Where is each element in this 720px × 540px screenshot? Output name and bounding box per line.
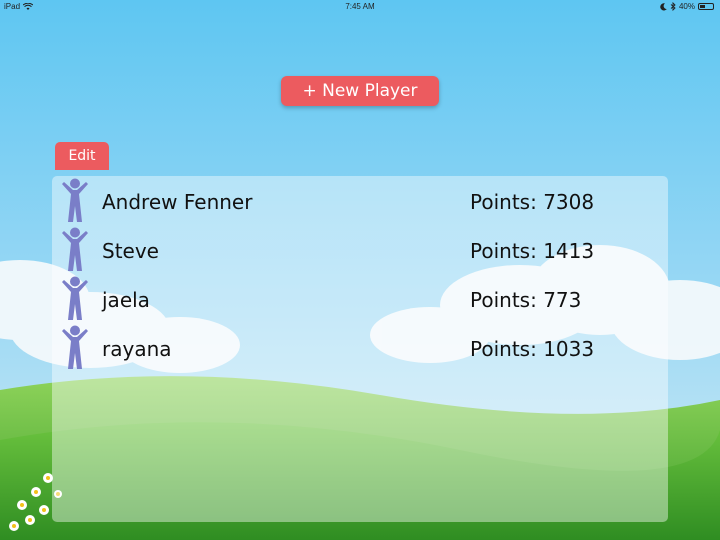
new-player-button[interactable]: + New Player [281,76,439,106]
battery-percent: 40% [678,2,695,11]
status-time: 7:45 AM [345,2,375,11]
status-bar: iPad 7:45 AM 40% [0,0,720,14]
player-avatar-icon [62,178,88,222]
player-list: Andrew Fenner Points: 7308 Steve Points:… [52,176,668,522]
player-points: Points: 773 [470,288,581,312]
player-name: Steve [102,239,159,263]
points-value: 7308 [543,190,595,214]
player-points: Points: 1413 [470,239,594,263]
points-label: Points: [470,190,537,214]
player-name: jaela [102,288,150,312]
points-label: Points: [470,239,537,263]
battery-fill [700,5,705,8]
player-points: Points: 7308 [470,190,594,214]
player-name: rayana [102,337,172,361]
points-label: Points: [470,337,537,361]
bluetooth-icon [670,2,676,11]
player-row[interactable]: jaela Points: 773 [52,274,668,322]
points-value: 773 [543,288,582,312]
player-row[interactable]: Steve Points: 1413 [52,225,668,273]
points-value: 1033 [543,337,595,361]
moon-icon [660,2,667,11]
edit-button[interactable]: Edit [55,142,109,170]
player-row[interactable]: Andrew Fenner Points: 7308 [52,176,668,224]
player-points: Points: 1033 [470,337,594,361]
player-name: Andrew Fenner [102,190,253,214]
player-avatar-icon [62,276,88,320]
player-avatar-icon [62,227,88,271]
points-value: 1413 [543,239,595,263]
player-avatar-icon [62,325,88,369]
player-row[interactable]: rayana Points: 1033 [52,323,668,371]
battery-icon [698,3,714,10]
points-label: Points: [470,288,537,312]
